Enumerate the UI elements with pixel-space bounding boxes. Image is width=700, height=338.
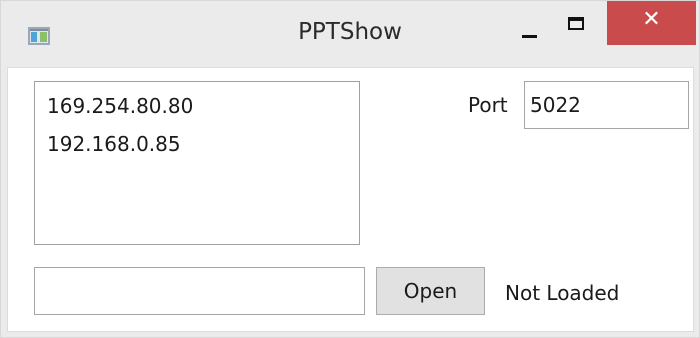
app-icon-bar bbox=[30, 29, 48, 31]
close-button[interactable]: ✕ bbox=[607, 1, 696, 45]
app-icon-pane-right bbox=[40, 32, 47, 42]
minimize-icon bbox=[522, 35, 537, 38]
list-item[interactable]: 169.254.80.80 bbox=[35, 92, 359, 130]
open-button[interactable]: Open bbox=[376, 267, 485, 315]
client-area: 169.254.80.80 192.168.0.85 Port Open Not… bbox=[7, 67, 694, 332]
port-input[interactable] bbox=[524, 81, 689, 129]
maximize-button[interactable] bbox=[558, 1, 600, 53]
app-window: PPTShow ✕ 169.254.80.80 192.168.0.85 Por… bbox=[0, 0, 700, 338]
file-path-input[interactable] bbox=[34, 267, 365, 315]
list-item[interactable]: 192.168.0.85 bbox=[35, 130, 359, 168]
presentation-window-icon[interactable] bbox=[28, 27, 50, 45]
minimize-button[interactable] bbox=[510, 1, 552, 53]
port-label: Port bbox=[468, 93, 508, 117]
load-status-text: Not Loaded bbox=[505, 281, 620, 305]
close-icon: ✕ bbox=[642, 7, 661, 32]
ip-address-list[interactable]: 169.254.80.80 192.168.0.85 bbox=[34, 81, 360, 245]
title-bar[interactable]: PPTShow ✕ bbox=[1, 1, 699, 67]
app-icon-pane-left bbox=[31, 32, 37, 42]
maximize-icon bbox=[568, 17, 584, 30]
